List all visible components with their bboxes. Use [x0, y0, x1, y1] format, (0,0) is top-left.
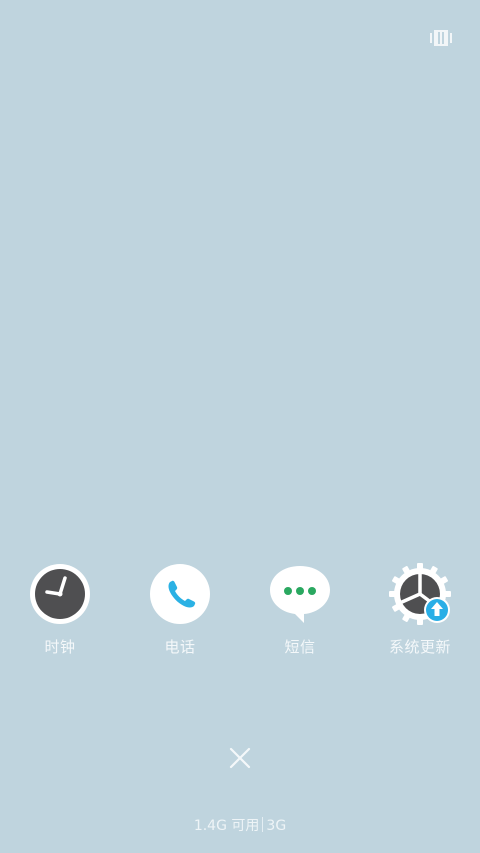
app-label: 时钟 — [44, 638, 76, 656]
memory-total: 3G — [266, 818, 287, 834]
app-label: 系统更新 — [388, 638, 451, 656]
system-update-icon — [389, 563, 451, 625]
clock-icon — [30, 564, 90, 624]
messages-icon — [270, 566, 330, 623]
memory-status: 1.4G 可用 3G — [0, 815, 480, 835]
divider — [262, 817, 264, 832]
app-system-update[interactable]: 系统更新 — [360, 562, 480, 662]
app-clock[interactable]: 时钟 — [0, 562, 120, 662]
app-label: 电话 — [164, 638, 196, 656]
memory-available: 1.4G 可用 — [193, 818, 260, 834]
close-icon[interactable] — [226, 744, 254, 772]
app-phone[interactable]: 电话 — [120, 562, 240, 662]
app-messages[interactable]: 短信 — [240, 562, 360, 662]
recent-apps-row: 时钟 电话 短信 系统更新 — [0, 562, 480, 662]
app-label: 短信 — [284, 638, 316, 656]
phone-icon — [150, 564, 210, 624]
recent-cards-icon[interactable] — [430, 30, 452, 46]
